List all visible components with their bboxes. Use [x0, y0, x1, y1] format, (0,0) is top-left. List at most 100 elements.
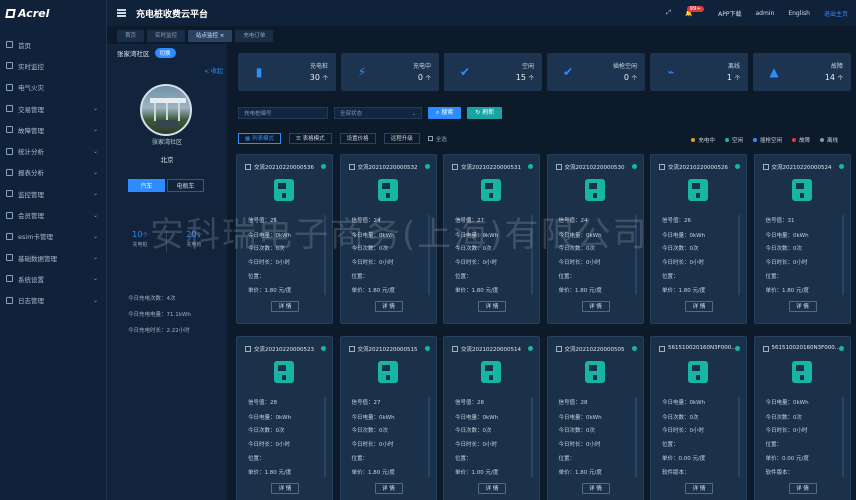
charger-checkbox[interactable] [452, 346, 458, 352]
sidebar-item-log[interactable]: 日志管理 ⌄ [0, 290, 106, 311]
scrollbar[interactable] [738, 215, 740, 295]
scrollbar[interactable] [531, 215, 533, 295]
sidebar-item-settings[interactable]: 系统设置 ⌄ [0, 268, 106, 289]
detail-button[interactable]: 详 情 [788, 301, 817, 312]
scrollbar[interactable] [427, 397, 430, 477]
summary-card-plugged-idle[interactable]: ✔ 插枪空闲 0 个 [547, 53, 645, 91]
scrollbar[interactable] [324, 397, 326, 477]
summary-card-total[interactable]: ▮ 充电桩 30 个 [238, 53, 336, 91]
status-dot-icon [735, 346, 740, 351]
sidebar-item-esim[interactable]: esim卡管理 ⌄ [0, 226, 106, 247]
collapse-link[interactable]: < 收起 [204, 66, 223, 75]
scrollbar[interactable] [738, 397, 740, 477]
sidebar-item-basedata[interactable]: 基础数据管理 ⌄ [0, 247, 106, 268]
charger-card[interactable]: 交流20210220000530 信号值：24 今日电量：0kWh 今日次数：0次 今日… [546, 154, 644, 324]
sidebar-item-member[interactable]: 会员管理 ⌄ [0, 204, 106, 225]
charger-card[interactable]: 561510020160N3F000... 今日电量：0kWh 今日次数：0次 今日时… [753, 336, 851, 500]
summary-label: 充电中 [412, 63, 431, 70]
detail-button[interactable]: 详 情 [581, 301, 610, 312]
charger-card[interactable]: 交流20210220000505 信号值：28 今日电量：0kWh 今日次数：0次 今日… [546, 336, 644, 500]
charger-checkbox[interactable] [245, 164, 251, 170]
set-price-button[interactable]: 设置价格 [339, 133, 376, 144]
sidebar-item-trade[interactable]: 交易管理 ⌄ [0, 98, 106, 119]
today-charge-energy: 今日充电电量：71.1kWh [128, 312, 191, 318]
scrollbar[interactable] [841, 215, 844, 295]
app-download-link[interactable]: APP下载 [718, 9, 741, 18]
switch-station-button[interactable]: 切换 [154, 47, 176, 58]
charger-checkbox[interactable] [659, 346, 665, 352]
charger-card[interactable]: 交流20210220000514 信号值：28 今日电量：0kWh 今日次数：0次 今日… [443, 336, 540, 500]
menu-toggle-icon[interactable] [117, 9, 126, 17]
scrollbar[interactable] [324, 215, 326, 295]
charging-pile-icon [274, 179, 294, 201]
list-mode-button[interactable]: ▦ 列表模式 [238, 133, 281, 144]
charger-checkbox[interactable] [555, 164, 562, 170]
status-select[interactable]: 全部状态 ⌄ [334, 107, 422, 119]
charger-info-line: 位置： [765, 442, 783, 448]
tab-realtime[interactable]: 实时监控 [147, 30, 186, 42]
tab-station-monitor[interactable]: 站点监控 × [188, 30, 233, 42]
detail-button[interactable]: 详 情 [685, 301, 713, 312]
detail-button[interactable]: 详 情 [478, 301, 506, 312]
tab-orders[interactable]: 充电订单 [235, 30, 274, 42]
charger-checkbox[interactable] [659, 164, 665, 170]
detail-button[interactable]: 详 情 [788, 483, 817, 494]
charger-checkbox[interactable] [762, 164, 769, 170]
remote-upgrade-button[interactable]: 远程升级 [383, 133, 420, 144]
charger-checkbox[interactable] [245, 346, 251, 352]
charger-checkbox[interactable] [452, 164, 458, 170]
select-all-checkbox[interactable]: 全选 [427, 135, 447, 143]
scrollbar[interactable] [531, 397, 533, 477]
sidebar-item-camera[interactable]: 监控管理 ⌄ [0, 183, 106, 204]
logout-link[interactable]: 退出主页 [824, 9, 848, 18]
fullscreen-icon[interactable]: ⤢ [666, 9, 671, 17]
summary-card-offline[interactable]: ⌁ 离线 1 个 [650, 53, 748, 91]
scrollbar[interactable] [841, 397, 844, 477]
detail-button[interactable]: 详 情 [271, 301, 299, 312]
table-mode-button[interactable]: ☰ 表格模式 [288, 133, 332, 144]
detail-button[interactable]: 详 情 [685, 483, 713, 494]
sidebar-item-home[interactable]: 首页 [0, 34, 106, 55]
detail-button[interactable]: 详 情 [374, 483, 403, 494]
charger-card[interactable]: 交流20210220000536 信号值：25 今日电量：0kWh 今日次数：0次 今日… [236, 154, 333, 324]
sidebar-item-report[interactable]: 报表分析 ⌄ [0, 162, 106, 183]
charger-info-line: 单价：1.80 元/度 [765, 288, 809, 294]
charger-card[interactable]: 交流20210220000532 信号值：24 今日电量：0kWh 今日次数：0次 今日… [339, 154, 437, 324]
charger-card[interactable]: 561510020160N3F000... 今日电量：0kWh 今日次数：0次 今日时… [650, 336, 747, 500]
summary-card-charging[interactable]: ⚡ 充电中 0 个 [341, 53, 439, 91]
tab-ebike[interactable]: 电瓶车 [167, 179, 204, 192]
charger-info-line: 软件版本： [662, 470, 690, 476]
legend-dot-icon [752, 138, 757, 142]
charger-checkbox[interactable] [555, 346, 562, 352]
charger-card[interactable]: 交流20210220000524 信号值：31 今日电量：0kWh 今日次数：0次 今日… [753, 154, 851, 324]
scrollbar[interactable] [634, 215, 637, 295]
charger-card[interactable]: 交流20210220000523 信号值：28 今日电量：0kWh 今日次数：0次 今日… [236, 336, 333, 500]
sidebar-item-stats[interactable]: 统计分析 ⌄ [0, 140, 106, 161]
sidebar-item-fire[interactable]: 电气火灾 [0, 77, 106, 98]
charger-card[interactable]: 交流20210220000515 信号值：27 今日电量：0kWh 今日次数：0次 今日… [339, 336, 437, 500]
summary-card-idle[interactable]: ✔ 空闲 15 个 [444, 53, 542, 91]
charger-checkbox[interactable] [348, 164, 355, 170]
detail-button[interactable]: 详 情 [374, 301, 403, 312]
sidebar-item-fault[interactable]: 故障管理 ⌄ [0, 119, 106, 140]
user-name[interactable]: admin [756, 10, 775, 17]
charger-checkbox[interactable] [762, 346, 769, 352]
charger-search-input[interactable]: 充电桩编号 [238, 107, 328, 119]
scrollbar[interactable] [427, 215, 430, 295]
tab-home[interactable]: 首页 [117, 30, 145, 42]
tab-car[interactable]: 汽车 [128, 179, 165, 192]
scrollbar[interactable] [634, 397, 637, 477]
notification-icon[interactable]: 🔔99+ [685, 5, 705, 17]
detail-button[interactable]: 详 情 [271, 483, 299, 494]
search-button[interactable]: ⌕ 搜索 [428, 107, 462, 119]
charger-checkbox[interactable] [348, 346, 355, 352]
detail-button[interactable]: 详 情 [478, 483, 506, 494]
summary-card-fault[interactable]: ▲ 故障 14 个 [753, 53, 851, 91]
charger-card[interactable]: 交流20210220000526 信号值：26 今日电量：0kWh 今日次数：0次 今日… [650, 154, 747, 324]
refresh-button[interactable]: ↻ 刷新 [467, 107, 503, 119]
sidebar-item-realtime[interactable]: 实时监控 [0, 55, 106, 76]
charger-card[interactable]: 交流20210220000531 信号值：27 今日电量：0kWh 今日次数：0次 今日… [443, 154, 540, 324]
language-switch[interactable]: English [788, 10, 810, 17]
legend-item: 故障 [791, 136, 810, 144]
detail-button[interactable]: 详 情 [581, 483, 610, 494]
